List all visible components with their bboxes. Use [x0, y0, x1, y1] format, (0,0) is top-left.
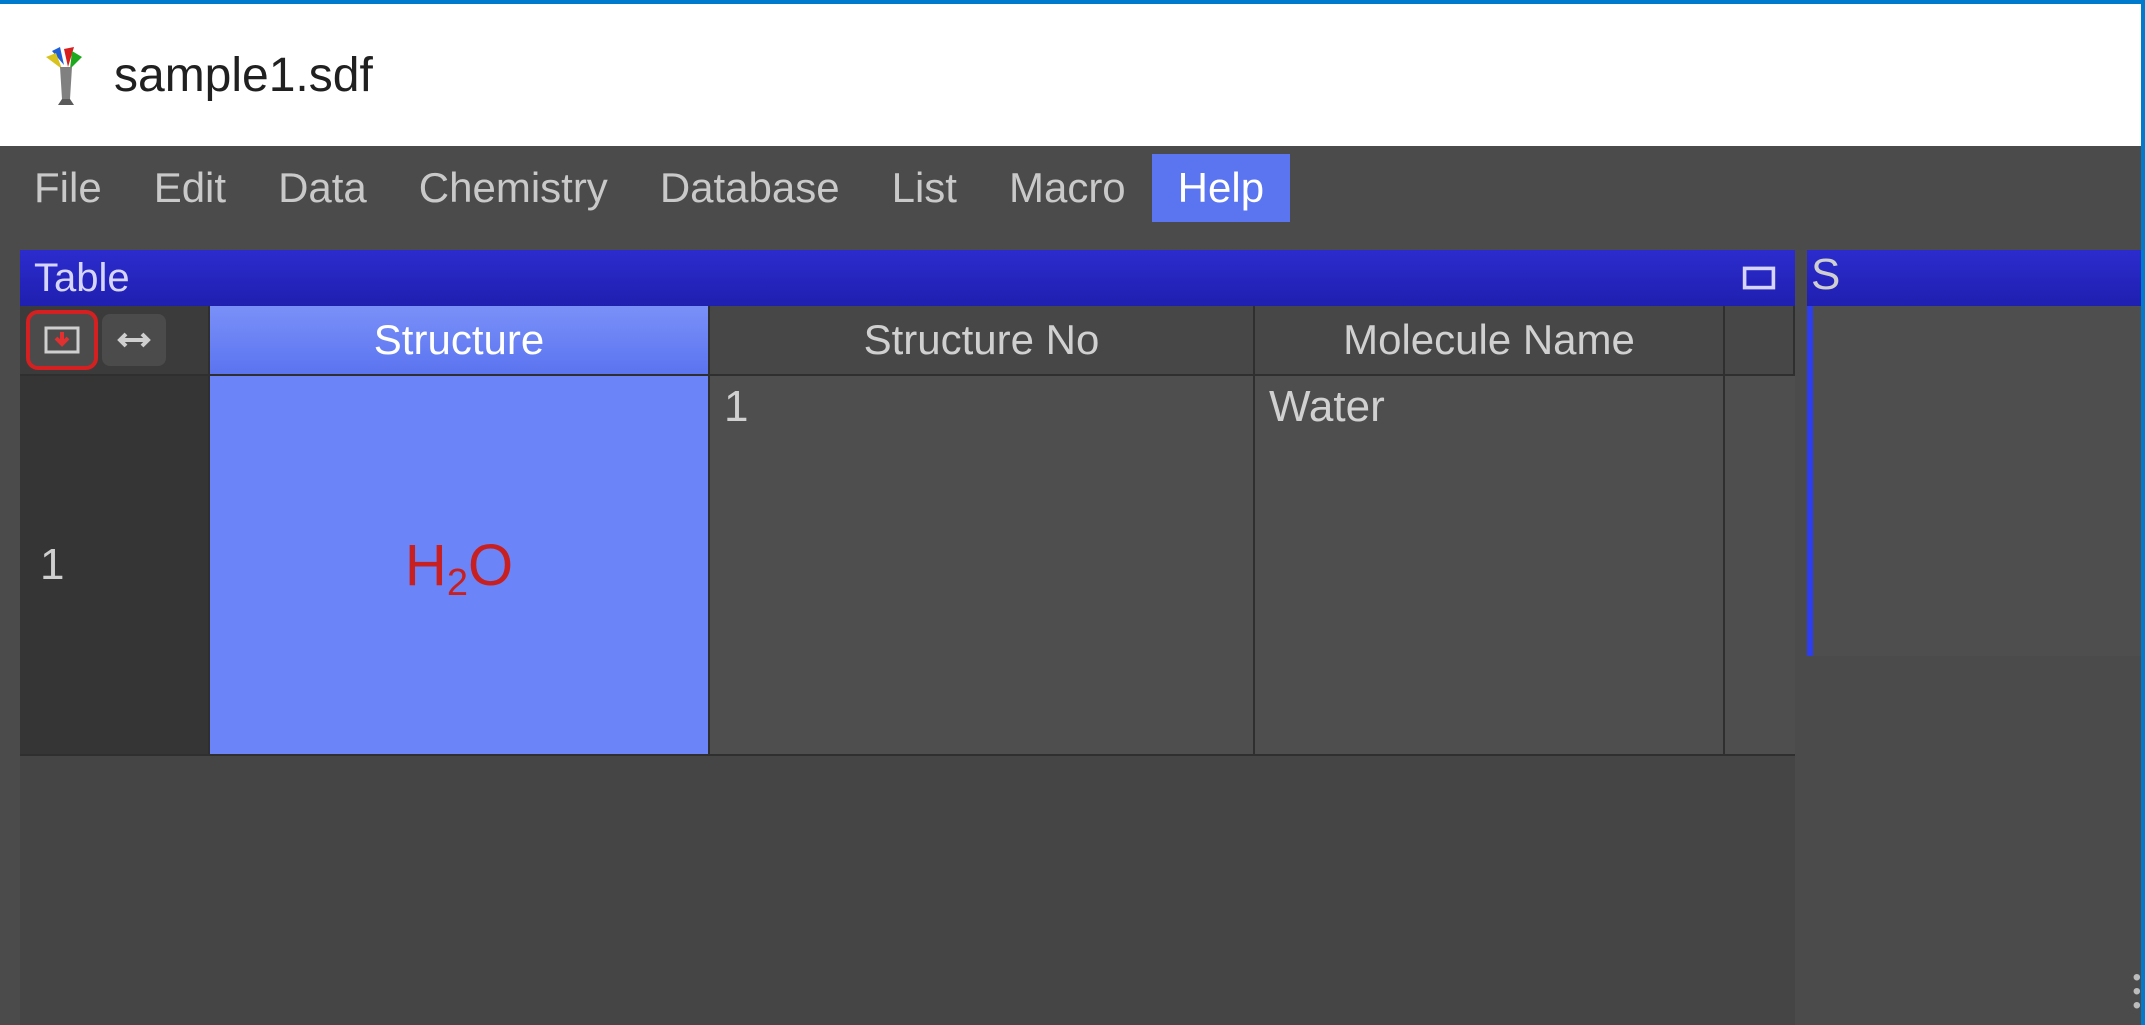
panel-header[interactable]: Table	[20, 250, 1795, 306]
menu-data[interactable]: Data	[252, 154, 393, 222]
column-width-button[interactable]	[102, 314, 166, 366]
workspace: Table	[0, 230, 2141, 1025]
app-icon	[32, 43, 96, 107]
panel-title: Table	[34, 256, 130, 301]
menu-help[interactable]: Help	[1152, 154, 1290, 222]
menu-list[interactable]: List	[866, 154, 983, 222]
side-panel-header[interactable]: S	[1807, 250, 2141, 306]
row-index[interactable]: 1	[20, 376, 210, 756]
side-panel: S •••	[1807, 250, 2141, 1025]
menubar: File Edit Data Chemistry Database List M…	[0, 146, 2141, 230]
formula-post: O	[468, 532, 513, 599]
formula-pre: H	[405, 532, 447, 599]
table: Structure Structure No Molecule Name 1 H…	[20, 306, 1795, 1025]
column-header-structure[interactable]: Structure	[210, 306, 710, 376]
side-panel-title-partial: S	[1811, 250, 1840, 300]
panel-maximize-button[interactable]	[1737, 261, 1781, 295]
client-area: File Edit Data Chemistry Database List M…	[0, 146, 2141, 1025]
cell-structure[interactable]: H2O	[210, 376, 710, 756]
column-header-spacer	[1725, 306, 1795, 376]
vertical-dots-icon[interactable]: •••	[2133, 971, 2141, 1013]
molecule-formula: H2O	[405, 532, 513, 599]
menu-edit[interactable]: Edit	[128, 154, 252, 222]
titlebar[interactable]: sample1.sdf	[0, 4, 2141, 146]
menu-chemistry[interactable]: Chemistry	[393, 154, 634, 222]
table-body: 1 H2O 1 Water	[20, 376, 1795, 1025]
column-header-molecule-name[interactable]: Molecule Name	[1255, 306, 1725, 376]
menu-database[interactable]: Database	[634, 154, 866, 222]
table-corner-tools	[20, 306, 210, 376]
table-row[interactable]: 1 H2O 1 Water	[20, 376, 1795, 756]
cell-structure-no[interactable]: 1	[710, 376, 1255, 756]
cell-spacer	[1725, 376, 1795, 756]
table-header-row: Structure Structure No Molecule Name	[20, 306, 1795, 376]
formula-sub: 2	[447, 564, 468, 602]
cell-molecule-name[interactable]: Water	[1255, 376, 1725, 756]
row-layout-button[interactable]	[30, 314, 94, 366]
table-panel: Table	[20, 250, 1795, 1025]
side-panel-body[interactable]	[1807, 306, 2141, 656]
menu-macro[interactable]: Macro	[983, 154, 1152, 222]
window-title: sample1.sdf	[114, 48, 373, 103]
app-window: sample1.sdf File Edit Data Chemistry Dat…	[0, 0, 2145, 1025]
column-header-structure-no[interactable]: Structure No	[710, 306, 1255, 376]
menu-file[interactable]: File	[8, 154, 128, 222]
